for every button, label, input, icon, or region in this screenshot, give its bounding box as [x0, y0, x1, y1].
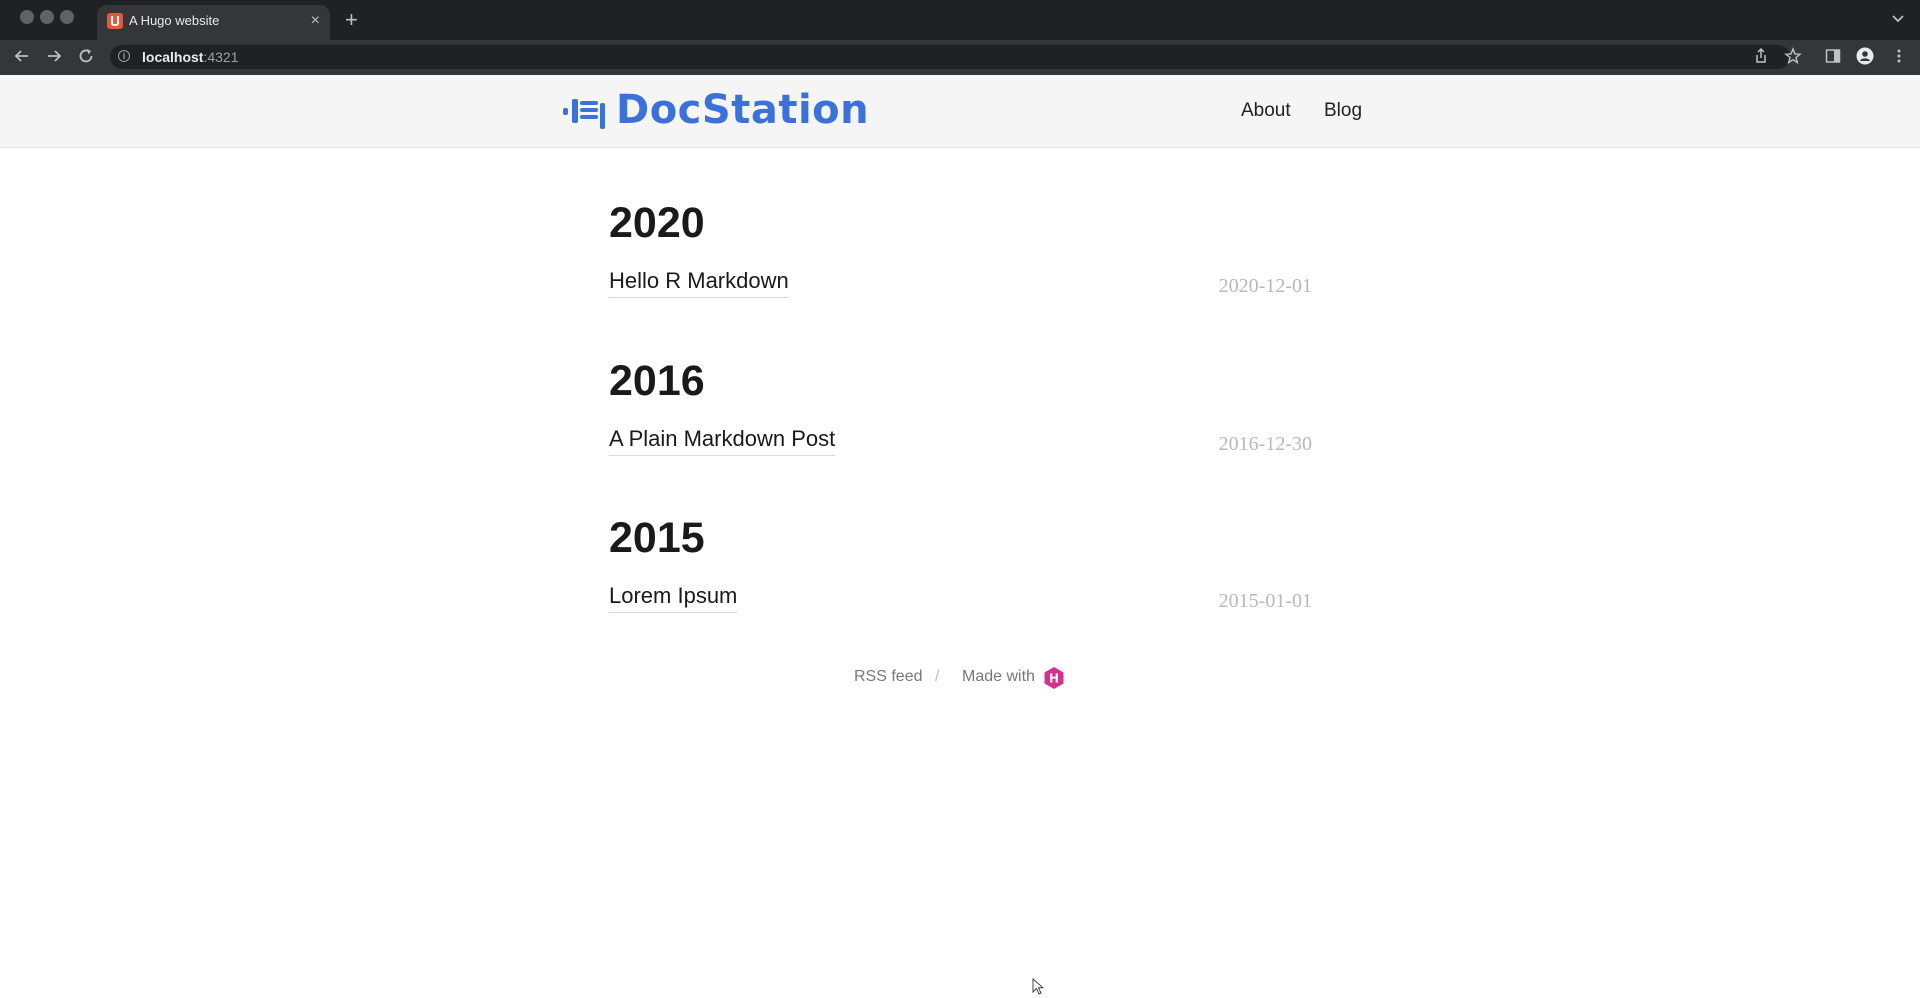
- site-header: DocStation About Blog: [0, 75, 1920, 148]
- site-logo-text[interactable]: DocStation: [616, 87, 869, 133]
- tab-title: A Hugo website: [129, 13, 220, 28]
- forward-arrow-icon[interactable]: [44, 46, 64, 66]
- window-close-dot[interactable]: [20, 10, 34, 24]
- rss-feed-link[interactable]: RSS feed: [854, 668, 922, 686]
- share-icon[interactable]: [1752, 47, 1770, 65]
- back-arrow-icon[interactable]: [12, 46, 32, 66]
- mouse-cursor-icon: [1032, 978, 1044, 995]
- reload-icon[interactable]: [76, 46, 96, 66]
- year-heading: 2015: [609, 514, 705, 562]
- year-heading: 2016: [609, 357, 705, 405]
- post-date: 2015-01-01: [1218, 590, 1312, 612]
- url-port: :4321: [203, 49, 239, 65]
- new-tab-icon[interactable]: +: [345, 7, 358, 33]
- nav-link-blog[interactable]: Blog: [1324, 100, 1362, 122]
- post-title-link[interactable]: Hello R Markdown: [609, 268, 789, 298]
- nav-link-about[interactable]: About: [1241, 100, 1291, 122]
- post-date: 2020-12-01: [1218, 275, 1312, 297]
- made-with-text: Made with: [962, 668, 1035, 685]
- tab-close-icon[interactable]: ×: [311, 11, 320, 31]
- url-text: localhost:4321: [142, 49, 239, 65]
- year-heading: 2020: [609, 199, 705, 247]
- post-date: 2016-12-30: [1218, 433, 1312, 455]
- hugo-logo-icon[interactable]: H: [1043, 666, 1065, 690]
- browser-tabstrip: A Hugo website × +: [0, 0, 1920, 40]
- side-panel-icon[interactable]: [1824, 47, 1842, 65]
- tab-search-chevron-icon[interactable]: [1890, 10, 1906, 26]
- browser-tab[interactable]: A Hugo website ×: [97, 5, 330, 40]
- post-title-link[interactable]: A Plain Markdown Post: [609, 426, 836, 456]
- footer-separator: /: [935, 668, 940, 685]
- address-bar[interactable]: i localhost:4321: [110, 45, 1790, 69]
- bookmark-star-icon[interactable]: [1784, 47, 1802, 65]
- post-title-link[interactable]: Lorem Ipsum: [609, 583, 738, 613]
- window-zoom-dot[interactable]: [60, 10, 74, 24]
- profile-avatar-icon[interactable]: [1856, 47, 1874, 65]
- browser-menu-icon[interactable]: [1890, 47, 1908, 65]
- window-minimize-dot[interactable]: [40, 10, 54, 24]
- docstation-logo-icon[interactable]: [563, 95, 609, 129]
- favicon-icon: [107, 13, 123, 29]
- url-host: localhost: [142, 49, 204, 65]
- hugo-letter: H: [1049, 672, 1059, 686]
- site-info-icon[interactable]: i: [118, 50, 130, 62]
